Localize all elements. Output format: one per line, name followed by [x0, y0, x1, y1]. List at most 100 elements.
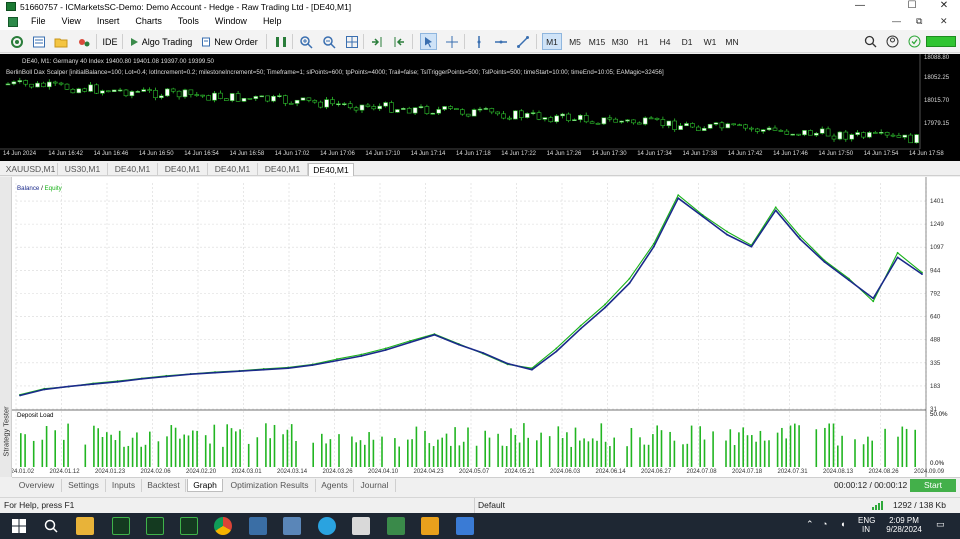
cursor-tool-icon[interactable] [420, 33, 437, 50]
timeframe-m15[interactable]: M15 [587, 33, 607, 50]
signals-icon[interactable] [75, 33, 92, 50]
chart-tab-us30[interactable]: US30,M1 [58, 163, 108, 176]
chart-tab-de40-active[interactable]: DE40,M1 [308, 163, 354, 176]
menu-view[interactable]: View [54, 13, 89, 30]
app-icon[interactable] [249, 517, 267, 535]
deposit-load-bar [144, 444, 147, 467]
tab-graph[interactable]: Graph [187, 479, 223, 492]
algo-trading-button[interactable]: Algo Trading [128, 33, 196, 50]
menu-charts[interactable]: Charts [127, 13, 170, 30]
chart-shift-icon[interactable] [368, 33, 385, 50]
menu-file[interactable]: File [23, 13, 54, 30]
candle-body [872, 132, 878, 134]
word-icon[interactable] [352, 517, 370, 535]
series-balance-point [701, 215, 704, 218]
deposit-load-bar [798, 425, 800, 467]
file-explorer-icon[interactable] [76, 517, 94, 535]
new-order-button[interactable]: New Order [200, 33, 262, 50]
y-tick-label: 1249 [930, 221, 944, 228]
tab-optimization-results[interactable]: Optimization Results [224, 479, 316, 492]
search-taskbar-icon[interactable] [44, 519, 58, 535]
windows-start-icon[interactable] [12, 519, 26, 535]
folder-icon[interactable] [52, 33, 69, 50]
deposit-load-bar [114, 440, 117, 467]
app-icon[interactable] [283, 517, 301, 535]
timeframe-d1[interactable]: D1 [677, 33, 697, 50]
app-icon[interactable] [456, 517, 474, 535]
tab-journal[interactable]: Journal [354, 479, 396, 492]
candle-body [306, 97, 312, 101]
price-chart[interactable]: DE40, M1: Germany 40 Index 19400.80 1940… [0, 54, 960, 161]
menu-window[interactable]: Window [207, 13, 255, 30]
search-icon[interactable] [862, 33, 879, 50]
timeframe-mn[interactable]: MN [722, 33, 742, 50]
deposit-load-bar [536, 440, 538, 467]
app-icon[interactable] [421, 517, 439, 535]
autoscroll-icon[interactable] [390, 33, 407, 50]
clock[interactable]: 2:09 PM 9/28/2024 [882, 516, 926, 534]
deposit-load-bar [437, 439, 439, 467]
telegram-icon[interactable] [318, 517, 336, 535]
maximize-button[interactable]: ☐ [896, 0, 928, 13]
notification-icon[interactable]: ▭ [936, 519, 945, 530]
candle-body [878, 132, 884, 134]
market-watch-icon[interactable] [30, 33, 47, 50]
menu-help[interactable]: Help [255, 13, 290, 30]
minimize-button[interactable]: — [844, 0, 876, 13]
timeframe-m5[interactable]: M5 [565, 33, 585, 50]
depth-of-market-icon[interactable] [272, 33, 289, 50]
series-equity-point [799, 235, 802, 238]
timeframe-h4[interactable]: H4 [655, 33, 675, 50]
ide-button[interactable]: IDE [100, 33, 120, 50]
menu-bar: File View Insert Charts Tools Window Hel… [0, 13, 960, 30]
tab-agents[interactable]: Agents [316, 479, 354, 492]
horizontal-line-icon[interactable] [492, 33, 509, 50]
timeframe-h1[interactable]: H1 [633, 33, 653, 50]
chrome-icon[interactable] [214, 517, 232, 535]
series-balance-point [531, 368, 533, 371]
start-button[interactable]: Start [910, 479, 956, 492]
menu-tools[interactable]: Tools [170, 13, 207, 30]
menu-insert[interactable]: Insert [89, 13, 128, 30]
timeframe-m30[interactable]: M30 [610, 33, 630, 50]
child-minimize-button[interactable]: — [892, 13, 901, 30]
tray-chevron-icon[interactable]: ⌃ [806, 519, 814, 530]
vertical-line-icon[interactable] [470, 33, 487, 50]
chart-tab-de40[interactable]: DE40,M1 [158, 163, 208, 176]
account-icon[interactable] [884, 33, 901, 50]
candle-body [159, 95, 164, 98]
timeframe-m1[interactable]: M1 [542, 33, 562, 50]
chart-tab-de40[interactable]: DE40,M1 [208, 163, 258, 176]
tile-windows-icon[interactable] [343, 33, 360, 50]
metatrader-icon[interactable] [112, 517, 130, 535]
tab-inputs[interactable]: Inputs [106, 479, 142, 492]
tab-backtest[interactable]: Backtest [142, 479, 186, 492]
language-indicator[interactable]: ENG IN [858, 516, 875, 534]
x-tick-label: 2024.08.13 [823, 469, 854, 475]
settings-icon[interactable] [8, 33, 25, 50]
close-button[interactable]: ✕ [928, 0, 960, 13]
deposit-load-bar [131, 437, 134, 467]
chart-tab-xauusd[interactable]: XAUUSD,M1 [4, 163, 58, 176]
connection-strength-bar [926, 36, 956, 47]
strategy-tester-sidebar[interactable]: Strategy Tester [0, 177, 12, 477]
series-equity-point [555, 347, 558, 350]
trendline-icon[interactable] [514, 33, 531, 50]
tab-overview[interactable]: Overview [12, 479, 62, 492]
metatrader-icon[interactable] [146, 517, 164, 535]
chart-tab-de40[interactable]: DE40,M1 [258, 163, 308, 176]
child-close-button[interactable]: ✕ [940, 13, 948, 30]
speaker-icon[interactable]: ◖ [840, 519, 845, 529]
zoom-in-icon[interactable] [297, 33, 314, 50]
zoom-out-icon[interactable] [320, 33, 337, 50]
child-restore-button[interactable]: ⧉ [916, 13, 922, 30]
chart-tab-de40[interactable]: DE40,M1 [108, 163, 158, 176]
profile-name[interactable]: Default [478, 500, 505, 510]
crosshair-icon[interactable] [443, 33, 460, 50]
tab-settings[interactable]: Settings [62, 479, 106, 492]
time-tick: 14 Jun 17:34 [637, 151, 672, 157]
app-icon[interactable] [387, 517, 405, 535]
metatrader-icon[interactable] [180, 517, 198, 535]
timeframe-w1[interactable]: W1 [700, 33, 720, 50]
wifi-icon[interactable]: ◔ [822, 519, 827, 529]
